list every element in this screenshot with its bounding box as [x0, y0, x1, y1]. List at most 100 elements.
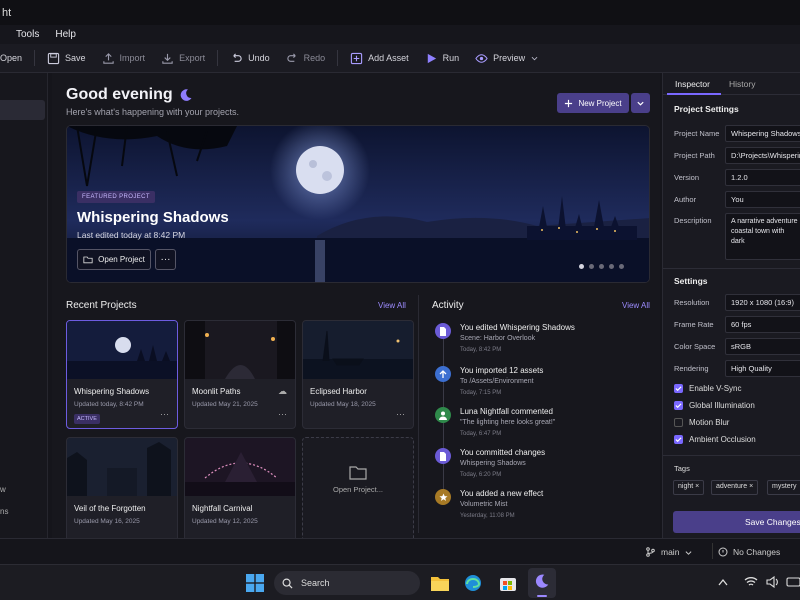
carousel-dot[interactable] — [579, 264, 584, 269]
toolbar-divider — [217, 50, 219, 66]
project-thumbnail — [185, 321, 295, 379]
field-label: Rendering — [674, 364, 709, 373]
tab-inspector[interactable]: Inspector — [675, 79, 710, 89]
frame-rate-select[interactable]: 60 fps — [725, 316, 800, 333]
project-name: Veil of the Forgotten — [74, 504, 146, 513]
activity-view-all-link[interactable]: View All — [622, 301, 650, 310]
version-field[interactable]: 1.2.0 — [725, 169, 800, 186]
featured-more-button[interactable]: ··· — [155, 249, 176, 270]
carousel-dot[interactable] — [599, 264, 604, 269]
field-label: Project Path — [674, 151, 715, 160]
project-card[interactable]: Eclipsed Harbor Updated May 18, 2025 ··· — [302, 320, 414, 429]
activity-detail: "The lighting here looks great!" — [460, 419, 556, 426]
project-card[interactable]: Whispering Shadows Updated today, 8:42 P… — [66, 320, 178, 429]
sidebar-item-label[interactable]: w — [0, 485, 6, 494]
carousel-dot[interactable] — [619, 264, 624, 269]
project-card[interactable]: Veil of the Forgotten Updated May 16, 20… — [66, 437, 178, 546]
store-icon[interactable] — [499, 574, 517, 592]
project-thumbnail — [67, 438, 177, 496]
import-button[interactable]: Import — [94, 44, 154, 72]
more-icon[interactable]: ··· — [278, 409, 287, 419]
field-label: Project Name — [674, 129, 720, 138]
document-icon — [435, 323, 451, 339]
tag-chip[interactable]: adventure × — [711, 480, 759, 495]
tab-history[interactable]: History — [729, 79, 755, 89]
windows-start-icon[interactable] — [246, 574, 264, 592]
more-icon[interactable]: ··· — [396, 409, 405, 419]
checkbox-checked[interactable] — [674, 435, 683, 444]
close-icon[interactable]: × — [695, 483, 699, 490]
project-name: Nightfall Carnival — [192, 504, 253, 513]
open-project-tile[interactable]: Open Project... — [302, 437, 414, 546]
taskbar-search[interactable]: Search — [274, 571, 420, 595]
tag-chip[interactable]: night × — [673, 480, 705, 495]
toolbar-divider — [337, 50, 339, 66]
checkbox-unchecked[interactable] — [674, 418, 683, 427]
preview-button[interactable]: Preview — [467, 44, 547, 72]
branch-indicator[interactable]: main — [646, 547, 692, 557]
menu-tools[interactable]: Tools — [8, 29, 47, 40]
project-card[interactable]: Moonlit Paths Updated May 21, 2025 ☁ ··· — [184, 320, 296, 429]
add-asset-button[interactable]: Add Asset — [342, 44, 417, 72]
field-label: Author — [674, 195, 697, 204]
active-app-slot[interactable] — [528, 568, 556, 598]
close-icon[interactable]: × — [749, 483, 753, 490]
toolbar-divider — [34, 50, 36, 66]
folder-icon — [83, 256, 93, 264]
export-icon — [162, 53, 173, 64]
project-card[interactable]: Nightfall Carnival Updated May 12, 2025 — [184, 437, 296, 546]
save-button[interactable]: Save — [39, 44, 94, 72]
menu-help[interactable]: Help — [47, 29, 84, 40]
wifi-icon[interactable] — [744, 576, 758, 588]
description-field[interactable]: A narrative adventure coastal town with … — [725, 213, 800, 260]
activity-detail: To /Assets/Environment — [460, 378, 534, 385]
color-space-select[interactable]: sRGB — [725, 338, 800, 355]
section-divider — [663, 268, 800, 269]
project-date: Updated May 16, 2025 — [74, 518, 140, 525]
chevron-up-icon[interactable] — [718, 578, 728, 586]
export-button[interactable]: Export — [153, 44, 213, 72]
open-project-button[interactable]: Open Project — [77, 249, 151, 270]
edge-browser-icon[interactable] — [464, 574, 482, 592]
volume-icon[interactable] — [766, 576, 779, 588]
new-project-dropdown[interactable] — [631, 93, 650, 113]
checkbox-checked[interactable] — [674, 384, 683, 393]
project-name: Eclipsed Harbor — [310, 387, 367, 396]
open-button[interactable]: Open — [0, 44, 30, 72]
activity-title: You edited Whispering Shadows — [460, 323, 575, 332]
resolution-select[interactable]: 1920 x 1080 (16:9) — [725, 294, 800, 311]
carousel-dot[interactable] — [589, 264, 594, 269]
redo-button[interactable]: Redo — [278, 44, 334, 72]
sidebar-selected-item[interactable] — [0, 100, 45, 120]
activity-detail: Whispering Shadows — [460, 460, 526, 467]
sidebar-item-label[interactable]: ns — [0, 507, 8, 516]
chevron-down-icon — [637, 101, 644, 106]
moon-icon — [180, 89, 192, 101]
battery-icon[interactable] — [786, 576, 800, 588]
ambient-occlusion-checkbox[interactable]: Ambient Occlusion — [674, 435, 756, 444]
file-explorer-icon[interactable] — [430, 574, 450, 592]
project-name-field[interactable]: Whispering Shadows — [725, 125, 800, 142]
recent-view-all-link[interactable]: View All — [378, 301, 406, 310]
featured-project-banner[interactable]: FEATURED PROJECT Whispering Shadows Last… — [66, 125, 650, 283]
cloud-icon: ☁ — [278, 386, 287, 396]
save-changes-button[interactable]: Save Changes — [673, 511, 800, 533]
run-button[interactable]: Run — [417, 44, 468, 72]
carousel-dot[interactable] — [609, 264, 614, 269]
settings-heading: Settings — [674, 276, 708, 286]
author-field[interactable]: You — [725, 191, 800, 208]
changes-indicator[interactable]: No Changes — [718, 547, 780, 557]
new-project-button[interactable]: New Project — [557, 93, 629, 113]
vsync-checkbox[interactable]: Enable V-Sync — [674, 384, 741, 393]
project-path-field[interactable]: D:\Projects\Whispering — [725, 147, 800, 164]
more-icon[interactable]: ··· — [160, 409, 169, 419]
undo-button[interactable]: Undo — [222, 44, 278, 72]
open-project-label: Open Project... — [332, 485, 384, 494]
status-bar: main No Changes — [0, 538, 800, 564]
motion-blur-checkbox[interactable]: Motion Blur — [674, 418, 729, 427]
import-icon — [102, 52, 114, 64]
rendering-select[interactable]: High Quality — [725, 360, 800, 377]
global-illumination-checkbox[interactable]: Global Illumination — [674, 401, 755, 410]
checkbox-checked[interactable] — [674, 401, 683, 410]
tag-chip[interactable]: mystery — [767, 480, 800, 495]
